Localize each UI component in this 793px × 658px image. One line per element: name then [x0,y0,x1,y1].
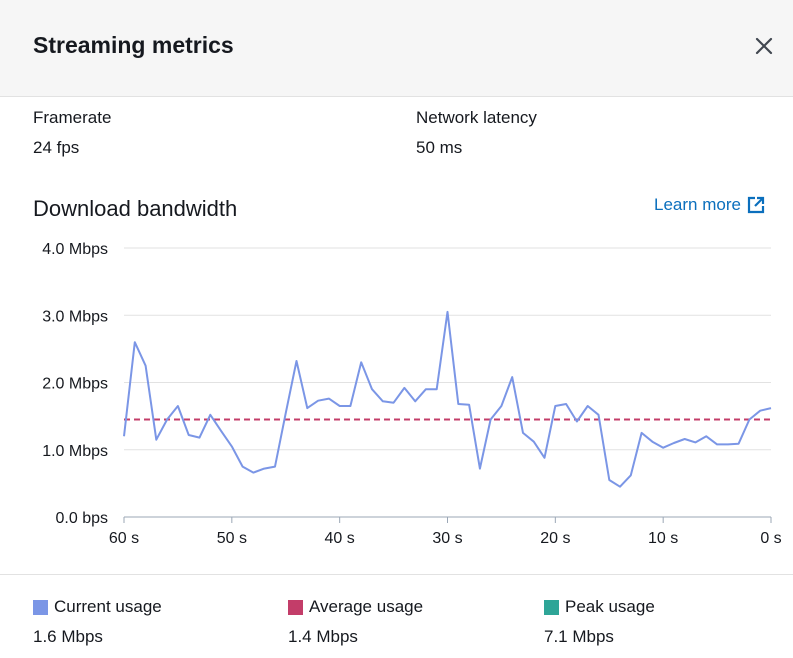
streaming-metrics-panel: Streaming metrics Framerate 24 fps Netwo… [0,0,793,658]
x-tick-label: 30 s [432,530,462,547]
y-tick-label: 4.0 Mbps [42,241,108,258]
y-tick-label: 3.0 Mbps [42,308,108,325]
y-tick-label: 2.0 Mbps [42,376,108,393]
legend-label: Peak usage [565,597,655,616]
legend-peak-usage: Peak usage [544,597,655,617]
learn-more-label: Learn more [654,195,741,214]
legend-divider [0,574,793,575]
y-tick-label: 1.0 Mbps [42,443,108,460]
x-tick-label: 20 s [540,530,570,547]
peak-usage-value: 7.1 Mbps [544,627,614,646]
panel-title: Streaming metrics [33,32,234,58]
current-usage-swatch [33,599,48,615]
x-tick-label: 60 s [109,530,139,547]
download-bandwidth-title: Download bandwidth [33,196,238,221]
network-latency-value: 50 ms [416,138,463,157]
close-icon[interactable] [752,34,776,58]
average-usage-swatch [288,599,303,615]
x-tick-label: 10 s [648,530,678,547]
peak-usage-swatch [544,599,559,615]
legend-label: Average usage [309,597,424,616]
framerate-label: Framerate [33,108,112,127]
legend-average-usage: Average usage [288,597,423,617]
learn-more-link[interactable]: Learn more [654,195,765,215]
average-usage-value: 1.4 Mbps [288,627,358,646]
legend-label: Current usage [54,597,162,616]
x-tick-label: 40 s [325,530,355,547]
bandwidth-chart: 0.0 bps 1.0 Mbps 2.0 Mbps 3.0 Mbps 4.0 Mbps 6… [42,241,781,547]
external-link-icon [747,196,765,214]
panel-header: Streaming metrics [0,0,793,97]
framerate-value: 24 fps [33,138,80,157]
x-tick-label: 0 s [760,530,781,547]
y-tick-label: 0.0 bps [56,510,108,527]
current-usage-value: 1.6 Mbps [33,627,103,646]
current-usage-line [123,310,772,488]
network-latency-label: Network latency [416,108,537,127]
x-tick-label: 50 s [217,530,247,547]
legend-current-usage: Current usage [33,597,162,617]
